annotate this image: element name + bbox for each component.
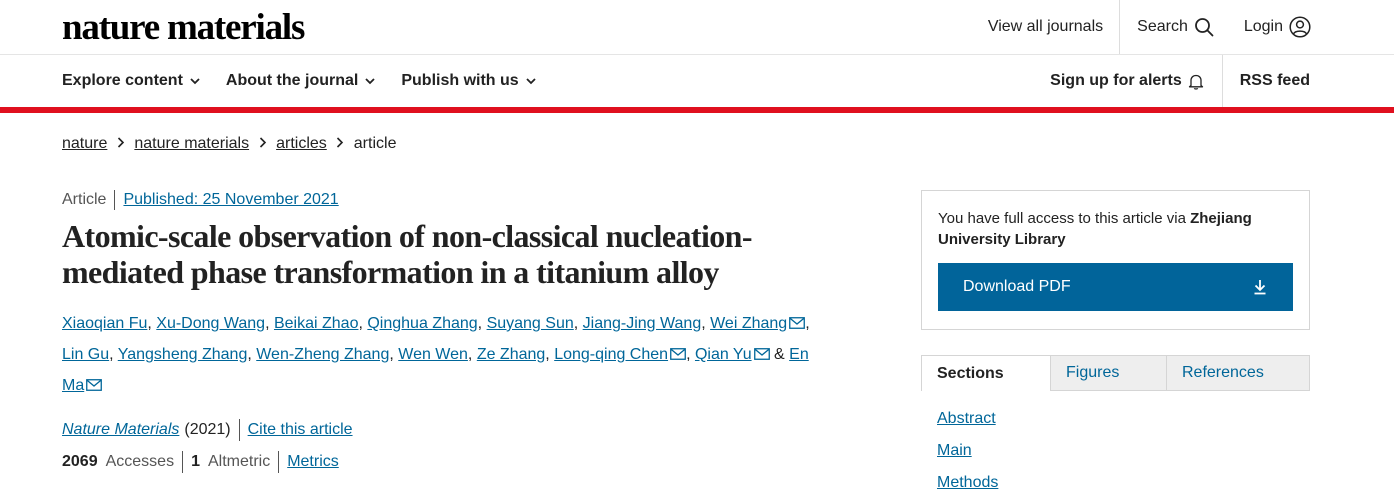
search-icon	[1194, 18, 1214, 37]
bell-icon	[1188, 74, 1203, 90]
author-list: Xiaoqian Fu, Xu-Dong Wang, Beikai Zhao, …	[62, 315, 810, 394]
accesses-label: Accesses	[105, 453, 175, 470]
author-link[interactable]: Xiaoqian Fu	[62, 315, 147, 332]
publication-year: (2021)	[184, 421, 231, 438]
cite-article-link[interactable]: Cite this article	[248, 421, 353, 439]
nav-explore-content-label: Explore content	[62, 72, 183, 89]
access-text-prefix: You have full access to this article via	[938, 210, 1186, 227]
login-label: Login	[1243, 18, 1283, 35]
nav-about-journal[interactable]: About the journal	[226, 72, 375, 90]
breadcrumb: nature nature materials articles article	[62, 135, 396, 153]
tab-figures[interactable]: Figures	[1051, 355, 1167, 391]
header-accent-bar	[0, 107, 1394, 113]
author-link[interactable]: Lin Gu	[62, 346, 109, 363]
chevron-down-icon	[526, 77, 536, 84]
mail-icon[interactable]	[789, 317, 806, 329]
article-title-line-2: mediated phase transformation in a titan…	[62, 254, 719, 290]
author-link[interactable]: Ze Zhang	[477, 346, 545, 363]
author-link[interactable]: Yangsheng Zhang	[118, 346, 248, 363]
breadcrumb-nature[interactable]: nature	[62, 135, 107, 153]
mail-icon[interactable]	[753, 348, 770, 360]
article-title-line-1: Atomic-scale observation of non-classica…	[62, 218, 753, 254]
nav-explore-content[interactable]: Explore content	[62, 72, 200, 90]
author-link[interactable]: Wen Wen	[398, 346, 468, 363]
author-link[interactable]: Qinghua Zhang	[367, 315, 477, 332]
nav-menu: Explore content About the journal Publis…	[62, 55, 536, 107]
published-date-link[interactable]: Published: 25 November 2021	[123, 191, 338, 209]
author-link[interactable]: Xu-Dong Wang	[156, 315, 265, 332]
login-button[interactable]: Login	[1230, 0, 1394, 54]
author-link[interactable]: Long-qing Chen	[554, 346, 668, 363]
nav-publish-with-us-label: Publish with us	[401, 72, 519, 89]
view-all-journals-label: View all journals	[987, 18, 1104, 35]
divider	[238, 419, 240, 441]
tab-sections[interactable]: Sections	[921, 355, 1051, 391]
chevron-down-icon	[365, 77, 375, 84]
author-link[interactable]: Jiang-Jing Wang	[583, 315, 702, 332]
divider	[114, 190, 116, 210]
author-link[interactable]: Beikai Zhao	[274, 315, 359, 332]
accesses-count: 2069	[62, 453, 98, 470]
chevron-right-icon	[107, 135, 134, 153]
nav-right-links: Sign up for alerts RSS feed	[1050, 55, 1310, 107]
search-label: Search	[1137, 18, 1188, 35]
author-link[interactable]: Qian Yu	[695, 346, 752, 363]
site-logo[interactable]: nature materials	[62, 6, 305, 49]
mail-icon[interactable]	[86, 379, 103, 391]
altmetric-count: 1	[191, 453, 200, 470]
section-link-methods[interactable]: Methods	[937, 467, 998, 499]
chevron-right-icon	[327, 135, 354, 153]
altmetric-label: Altmetric	[207, 453, 271, 470]
access-box: You have full access to this article via…	[921, 190, 1310, 330]
header-utility-links: View all journals Search Login	[988, 0, 1394, 54]
search-button[interactable]: Search	[1120, 0, 1230, 54]
breadcrumb-current: article	[353, 135, 397, 152]
site-header: nature materials View all journals Searc…	[0, 0, 1394, 55]
article-meta: Article Published: 25 November 2021	[62, 190, 339, 210]
nav-about-journal-label: About the journal	[225, 72, 359, 89]
download-icon	[1254, 280, 1266, 295]
sign-up-alerts-label: Sign up for alerts	[1050, 72, 1182, 89]
breadcrumb-articles[interactable]: articles	[276, 135, 327, 153]
chevron-right-icon	[249, 135, 276, 153]
divider	[182, 451, 184, 473]
rss-feed-link[interactable]: RSS feed	[1223, 72, 1310, 90]
user-icon	[1289, 16, 1311, 38]
breadcrumb-nature-materials[interactable]: nature materials	[134, 135, 249, 153]
section-link-abstract[interactable]: Abstract	[937, 403, 998, 435]
download-pdf-button[interactable]: Download PDF	[938, 263, 1293, 311]
tab-references[interactable]: References	[1167, 355, 1310, 391]
main-nav: Explore content About the journal Publis…	[0, 55, 1394, 107]
mail-icon[interactable]	[670, 348, 686, 360]
chevron-down-icon	[190, 77, 200, 84]
metrics-line: 2069 Accesses 1 Altmetric Metrics	[62, 451, 339, 473]
nav-publish-with-us[interactable]: Publish with us	[401, 72, 536, 90]
view-all-journals-link[interactable]: View all journals	[987, 0, 1121, 54]
author-link[interactable]: Wei Zhang	[710, 315, 787, 332]
sign-up-alerts-link[interactable]: Sign up for alerts	[1050, 55, 1223, 107]
access-message: You have full access to this article via…	[938, 208, 1288, 250]
author-link[interactable]: Suyang Sun	[487, 315, 574, 332]
section-list: Abstract Main Methods	[937, 403, 998, 499]
section-link-main[interactable]: Main	[937, 435, 998, 467]
author-link[interactable]: Wen-Zheng Zhang	[256, 346, 389, 363]
article-title: Atomic-scale observation of non-classica…	[62, 218, 822, 290]
divider	[278, 451, 280, 473]
journal-link[interactable]: Nature Materials	[62, 421, 179, 439]
download-pdf-label: Download PDF	[963, 278, 1071, 295]
metrics-link[interactable]: Metrics	[287, 453, 339, 471]
article-tabs: Sections Figures References	[921, 355, 1310, 391]
article-type: Article	[62, 191, 107, 208]
citation-line: Nature Materials (2021) Cite this articl…	[62, 419, 353, 441]
